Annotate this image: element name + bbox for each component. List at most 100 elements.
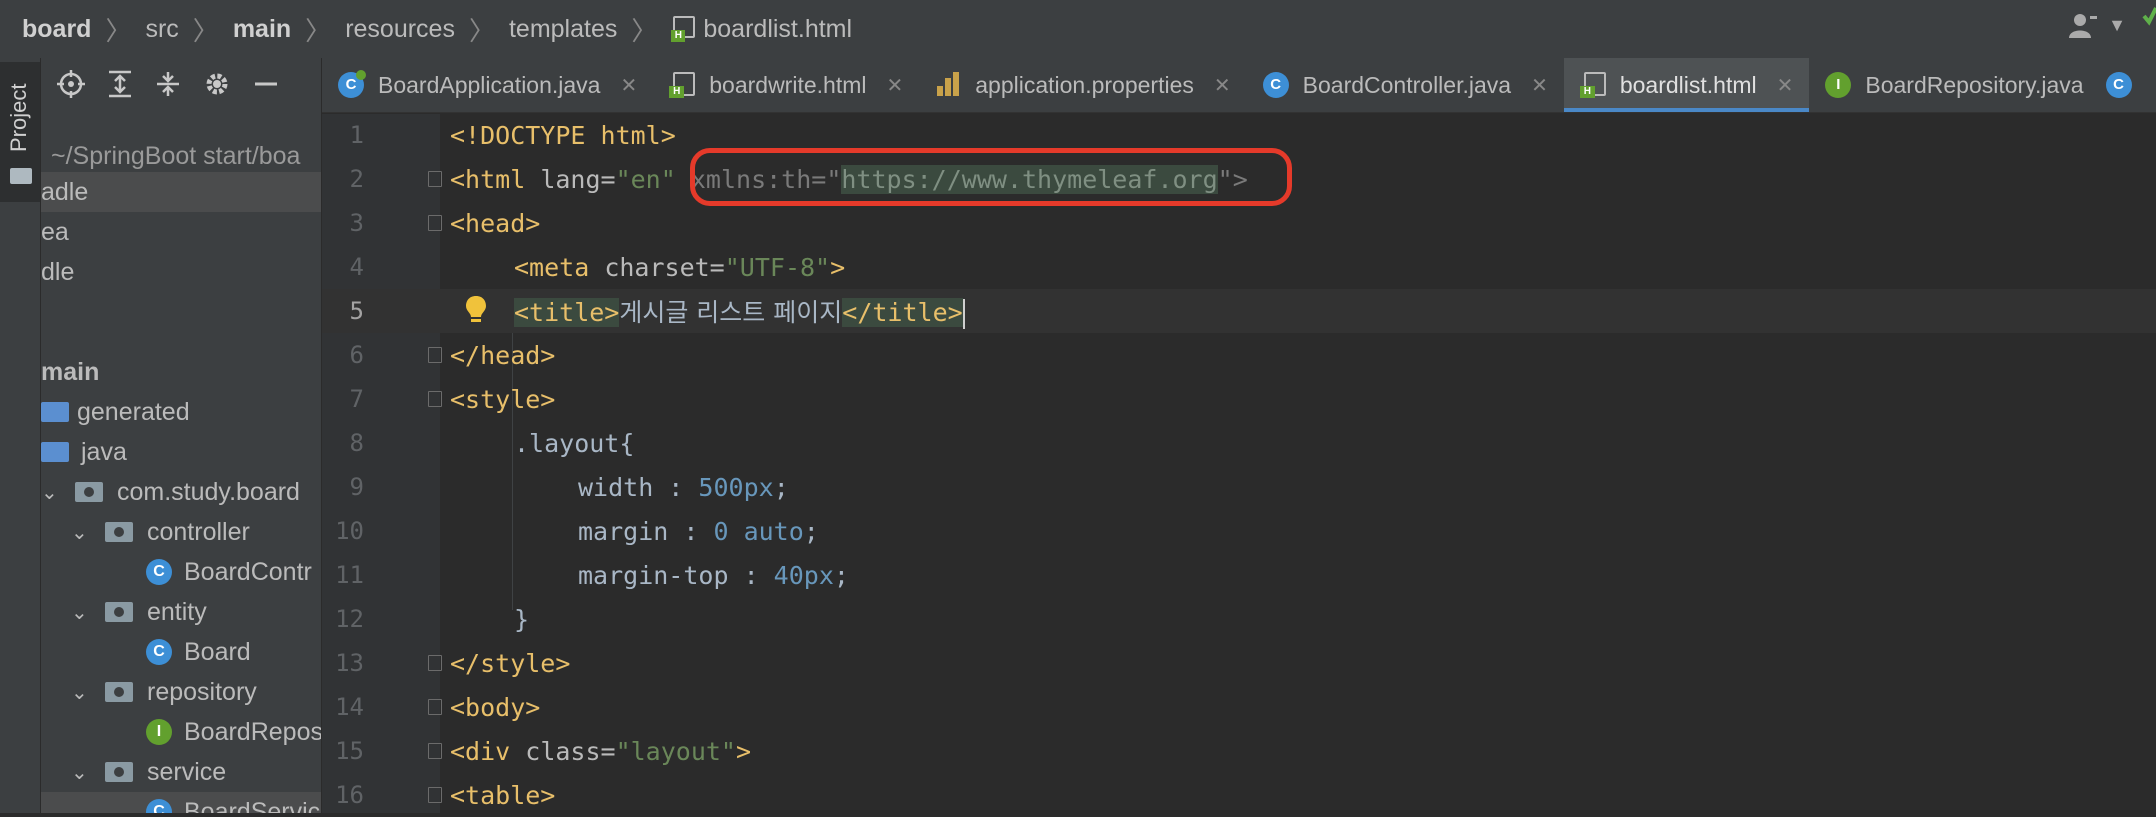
code-line[interactable]: 12 } [322, 597, 2156, 641]
gear-icon[interactable] [203, 70, 231, 98]
tree-item-class[interactable]: C BoardServic [41, 792, 321, 813]
code-text: </head> [450, 341, 555, 370]
tab-boardapplication[interactable]: BoardApplication.java ✕ [322, 58, 653, 112]
tab-boardcontroller[interactable]: BoardController.java ✕ [1247, 58, 1564, 112]
breadcrumb-item-resources[interactable]: resources [345, 15, 455, 44]
tree-item[interactable]: dle [41, 252, 321, 292]
tree-item[interactable]: ea [41, 212, 321, 252]
locate-icon[interactable] [57, 70, 85, 98]
code-text: <style> [450, 385, 555, 414]
project-tab-label: Project [6, 83, 31, 152]
code-line[interactable]: 15 <div class="layout"> [322, 729, 2156, 773]
tab-application-properties[interactable]: application.properties ✕ [919, 58, 1246, 112]
highlight-annotation [690, 148, 1292, 206]
tree-item-repository[interactable]: ⌄ repository [41, 672, 321, 712]
expand-all-icon[interactable] [107, 70, 133, 98]
project-path: ~/SpringBoot start/boa [51, 141, 301, 170]
code-text: </style> [450, 649, 570, 678]
tree-item-package[interactable]: ⌄ com.study.board [41, 472, 321, 512]
code-line[interactable]: 7 <style> [322, 377, 2156, 421]
breadcrumb-item-src[interactable]: src [145, 15, 178, 44]
breadcrumb-item-templates[interactable]: templates [509, 15, 617, 44]
fold-icon[interactable] [428, 215, 442, 231]
user-menu[interactable]: ▼ [2068, 12, 2126, 38]
text-caret [962, 299, 965, 329]
breadcrumb-item-board[interactable]: board [22, 15, 91, 44]
tree-item[interactable]: adle [41, 172, 321, 212]
minimize-icon[interactable] [253, 70, 279, 98]
fold-icon[interactable] [428, 787, 442, 803]
doctype-token: <!DOCTYPE html> [450, 120, 676, 150]
line-number: 7 [349, 385, 364, 413]
tab-boardwrite[interactable]: H boardwrite.html ✕ [653, 58, 919, 112]
tree-item-entity[interactable]: ⌄ entity [41, 592, 321, 632]
code-text: <title>게시글 리스트 페이지</title> [514, 293, 965, 329]
chevron-down-icon: ⌄ [41, 481, 58, 504]
fold-icon[interactable] [428, 171, 442, 187]
tree-item-java[interactable]: java [41, 432, 321, 472]
semicolon-token: ; [833, 560, 849, 590]
line-number: 8 [349, 429, 364, 457]
close-icon[interactable]: ✕ [1777, 73, 1794, 98]
code-text: <!DOCTYPE html> [450, 121, 676, 150]
tree-item-label: entity [147, 597, 207, 626]
line-number: 2 [349, 165, 364, 193]
chevron-down-icon: ⌄ [71, 601, 88, 624]
code-line[interactable]: 9 width : 500px; [322, 465, 2156, 509]
tree-item-label: BoardRepos [184, 717, 321, 746]
tree-item-label: Board [184, 637, 251, 666]
package-icon [105, 762, 133, 782]
tag-token: <head> [450, 208, 541, 238]
project-tool-tab[interactable]: Project [0, 62, 40, 202]
code-line[interactable]: 16 <table> [322, 773, 2156, 817]
tree-item-main[interactable]: main [41, 352, 321, 392]
generated-folder-icon [41, 402, 69, 422]
code-line[interactable]: 13 </style> [322, 641, 2156, 685]
line-number: 9 [349, 473, 364, 501]
navigation-bar: board 〉 src 〉 main 〉 resources 〉 templat… [0, 0, 2156, 59]
css-selector-token: .layout{ [514, 428, 635, 458]
code-line[interactable]: 6 </head> [322, 333, 2156, 377]
code-line[interactable]: 10 margin : 0 auto; [322, 509, 2156, 553]
breadcrumb-item-file[interactable]: boardlist.html [703, 15, 852, 44]
tag-token: </title> [842, 298, 963, 327]
lightbulb-icon[interactable] [464, 295, 488, 325]
code-line[interactable]: 14 <body> [322, 685, 2156, 729]
tab-boardlist[interactable]: H boardlist.html ✕ [1563, 58, 1810, 112]
fold-icon[interactable] [428, 391, 442, 407]
tab-boardrepository[interactable]: BoardRepository.java [1809, 58, 2099, 112]
tree-item-generated[interactable]: generated [41, 392, 321, 432]
code-line[interactable]: 8 .layout{ [322, 421, 2156, 465]
tree-item-service[interactable]: ⌄ service [41, 752, 321, 792]
collapse-all-icon[interactable] [155, 70, 181, 98]
tree-item-controller[interactable]: ⌄ controller [41, 512, 321, 552]
breadcrumb-item-main[interactable]: main [233, 15, 291, 44]
close-icon[interactable]: ✕ [620, 73, 637, 98]
fold-icon[interactable] [428, 347, 442, 363]
code-line[interactable]: 3 <head> [322, 201, 2156, 245]
line-number: 4 [349, 253, 364, 281]
chevron-down-icon: ⌄ [71, 681, 88, 704]
fold-icon[interactable] [428, 699, 442, 715]
fold-icon[interactable] [428, 743, 442, 759]
close-icon[interactable]: ✕ [886, 73, 903, 98]
html-file-icon: H [671, 16, 696, 42]
close-icon[interactable]: ✕ [1214, 73, 1231, 98]
string-token: "UTF-8" [724, 252, 831, 282]
tree-item-label: controller [147, 517, 250, 546]
code-line[interactable]: 11 margin-top : 40px; [322, 553, 2156, 597]
tree-item-class[interactable]: C BoardContr [41, 552, 321, 592]
breadcrumb: board 〉 src 〉 main 〉 resources 〉 templat… [0, 11, 852, 48]
fold-icon[interactable] [428, 655, 442, 671]
chevron-down-icon: ⌄ [71, 521, 88, 544]
tree-item-interface[interactable]: I BoardRepos [41, 712, 321, 752]
interface-icon [1825, 72, 1852, 98]
tab-more[interactable] [2100, 58, 2152, 112]
tag-token: <title> [514, 298, 620, 327]
tree-item-class[interactable]: C Board [41, 632, 321, 672]
code-line-current[interactable]: 5 <title>게시글 리스트 페이지</title> [322, 289, 2156, 333]
tree-item-label: java [81, 437, 127, 466]
package-icon [75, 482, 103, 502]
close-icon[interactable]: ✕ [1531, 73, 1548, 98]
code-line[interactable]: 4 <meta charset="UTF-8"> [322, 245, 2156, 289]
